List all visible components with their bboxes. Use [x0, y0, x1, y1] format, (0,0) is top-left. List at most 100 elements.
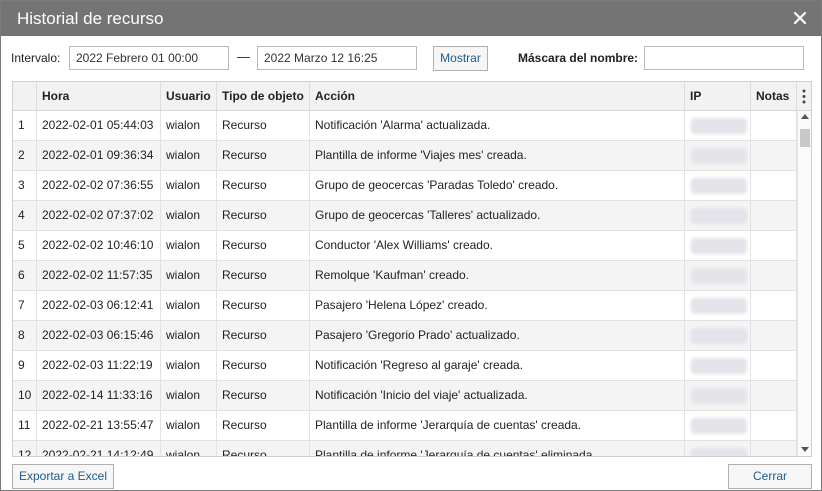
- scroll-down-icon[interactable]: [801, 447, 809, 452]
- cell-action: Remolque 'Kaufman' creado.: [310, 261, 685, 291]
- table-row[interactable]: 4 2022-02-02 07:37:02 wialon Recurso Grupo d…: [13, 201, 797, 231]
- cell-action: Conductor 'Alex Williams' creado.: [310, 231, 685, 261]
- table-row[interactable]: 3 2022-02-02 07:36:55 wialon Recurso Grupo d…: [13, 171, 797, 201]
- cell-action: Notificación 'Alarma' actualizada.: [310, 111, 685, 141]
- column-header-object-type[interactable]: Tipo de objeto: [217, 82, 310, 111]
- cell-index: 5: [13, 231, 37, 261]
- cell-index: 1: [13, 111, 37, 141]
- table-row[interactable]: 2 2022-02-01 09:36:34 wialon Recurso Plantil…: [13, 141, 797, 171]
- column-header-time[interactable]: Hora: [37, 82, 161, 111]
- vertical-dots-icon[interactable]: [797, 82, 811, 111]
- cell-notes: [751, 381, 797, 411]
- date-separator: —: [237, 49, 250, 64]
- cell-object-type: Recurso: [217, 291, 310, 321]
- cell-user: wialon: [161, 111, 217, 141]
- cell-ip: [685, 111, 751, 141]
- table-row[interactable]: 11 2022-02-21 13:55:47 wialon Recurso Planti…: [13, 411, 797, 441]
- cell-index: 6: [13, 261, 37, 291]
- cell-time: 2022-02-03 06:15:46: [37, 321, 161, 351]
- redacted-ip: [691, 388, 747, 404]
- cell-notes: [751, 201, 797, 231]
- table-row[interactable]: 5 2022-02-02 10:46:10 wialon Recurso Conduct…: [13, 231, 797, 261]
- interval-label: Intervalo:: [11, 51, 61, 65]
- vertical-scrollbar[interactable]: [797, 111, 811, 456]
- cell-index: 2: [13, 141, 37, 171]
- cell-object-type: Recurso: [217, 321, 310, 351]
- table-row[interactable]: 8 2022-02-03 06:15:46 wialon Recurso Pasajer…: [13, 321, 797, 351]
- cell-index: 4: [13, 201, 37, 231]
- show-button[interactable]: Mostrar: [433, 46, 488, 71]
- column-header-index[interactable]: [13, 82, 37, 111]
- column-header-action[interactable]: Acción: [310, 82, 685, 111]
- cell-ip: [685, 141, 751, 171]
- cell-ip: [685, 351, 751, 381]
- cell-time: 2022-02-21 13:55:47: [37, 411, 161, 441]
- table-row[interactable]: 12 2022-02-21 14:12:49 wialon Recurso Planti…: [13, 441, 797, 456]
- cell-object-type: Recurso: [217, 441, 310, 456]
- cell-ip: [685, 261, 751, 291]
- redacted-ip: [691, 148, 747, 164]
- cell-object-type: Recurso: [217, 171, 310, 201]
- cell-ip: [685, 291, 751, 321]
- redacted-ip: [691, 358, 747, 374]
- column-header-ip[interactable]: IP: [685, 82, 751, 111]
- table-row[interactable]: 7 2022-02-03 06:12:41 wialon Recurso Pasajer…: [13, 291, 797, 321]
- cell-time: 2022-02-01 09:36:34: [37, 141, 161, 171]
- cell-notes: [751, 291, 797, 321]
- table-row[interactable]: 10 2022-02-14 11:33:16 wialon Recurso Notifi…: [13, 381, 797, 411]
- cell-action: Grupo de geocercas 'Talleres' actualizad…: [310, 201, 685, 231]
- redacted-ip: [691, 448, 747, 456]
- cell-time: 2022-02-02 10:46:10: [37, 231, 161, 261]
- table-row[interactable]: 1 2022-02-01 05:44:03 wialon Recurso Notific…: [13, 111, 797, 141]
- cell-user: wialon: [161, 411, 217, 441]
- cell-notes: [751, 411, 797, 441]
- cell-time: 2022-02-03 11:22:19: [37, 351, 161, 381]
- cell-object-type: Recurso: [217, 351, 310, 381]
- cell-user: wialon: [161, 141, 217, 171]
- close-icon[interactable]: [791, 9, 809, 27]
- cell-index: 3: [13, 171, 37, 201]
- redacted-ip: [691, 268, 747, 284]
- cell-action: Pasajero 'Helena López' creado.: [310, 291, 685, 321]
- date-to-input[interactable]: 2022 Marzo 12 16:25: [257, 46, 417, 70]
- name-mask-input[interactable]: [644, 46, 804, 70]
- redacted-ip: [691, 178, 747, 194]
- close-button[interactable]: Cerrar: [728, 464, 812, 489]
- cell-ip: [685, 411, 751, 441]
- cell-ip: [685, 381, 751, 411]
- cell-ip: [685, 231, 751, 261]
- title-bar[interactable]: Historial de recurso: [1, 1, 821, 36]
- cell-object-type: Recurso: [217, 201, 310, 231]
- column-header-user[interactable]: Usuario: [161, 82, 217, 111]
- cell-ip: [685, 171, 751, 201]
- cell-index: 12: [13, 441, 37, 456]
- cell-notes: [751, 441, 797, 456]
- cell-time: 2022-02-03 06:12:41: [37, 291, 161, 321]
- cell-index: 7: [13, 291, 37, 321]
- column-header-notes[interactable]: Notas: [751, 82, 797, 111]
- cell-action: Plantilla de informe 'Jerarquía de cuent…: [310, 411, 685, 441]
- table-row[interactable]: 9 2022-02-03 11:22:19 wialon Recurso Notific…: [13, 351, 797, 381]
- scroll-up-icon[interactable]: [801, 114, 809, 119]
- history-table: Hora Usuario Tipo de objeto Acción IP No…: [12, 81, 812, 457]
- cell-object-type: Recurso: [217, 411, 310, 441]
- redacted-ip: [691, 118, 747, 134]
- cell-time: 2022-02-14 11:33:16: [37, 381, 161, 411]
- cell-time: 2022-02-21 14:12:49: [37, 441, 161, 456]
- cell-object-type: Recurso: [217, 141, 310, 171]
- date-from-input[interactable]: 2022 Febrero 01 00:00: [69, 46, 229, 70]
- cell-ip: [685, 201, 751, 231]
- export-excel-button[interactable]: Exportar a Excel: [12, 464, 114, 489]
- cell-user: wialon: [161, 381, 217, 411]
- cell-index: 9: [13, 351, 37, 381]
- cell-user: wialon: [161, 201, 217, 231]
- resource-history-dialog: Historial de recurso Intervalo: 2022 Feb…: [0, 0, 822, 491]
- cell-action: Notificación 'Regreso al garaje' creada.: [310, 351, 685, 381]
- cell-object-type: Recurso: [217, 261, 310, 291]
- cell-object-type: Recurso: [217, 381, 310, 411]
- table-row[interactable]: 6 2022-02-02 11:57:35 wialon Recurso Remolqu…: [13, 261, 797, 291]
- cell-notes: [751, 261, 797, 291]
- cell-notes: [751, 321, 797, 351]
- cell-index: 8: [13, 321, 37, 351]
- scrollbar-thumb[interactable]: [800, 129, 810, 147]
